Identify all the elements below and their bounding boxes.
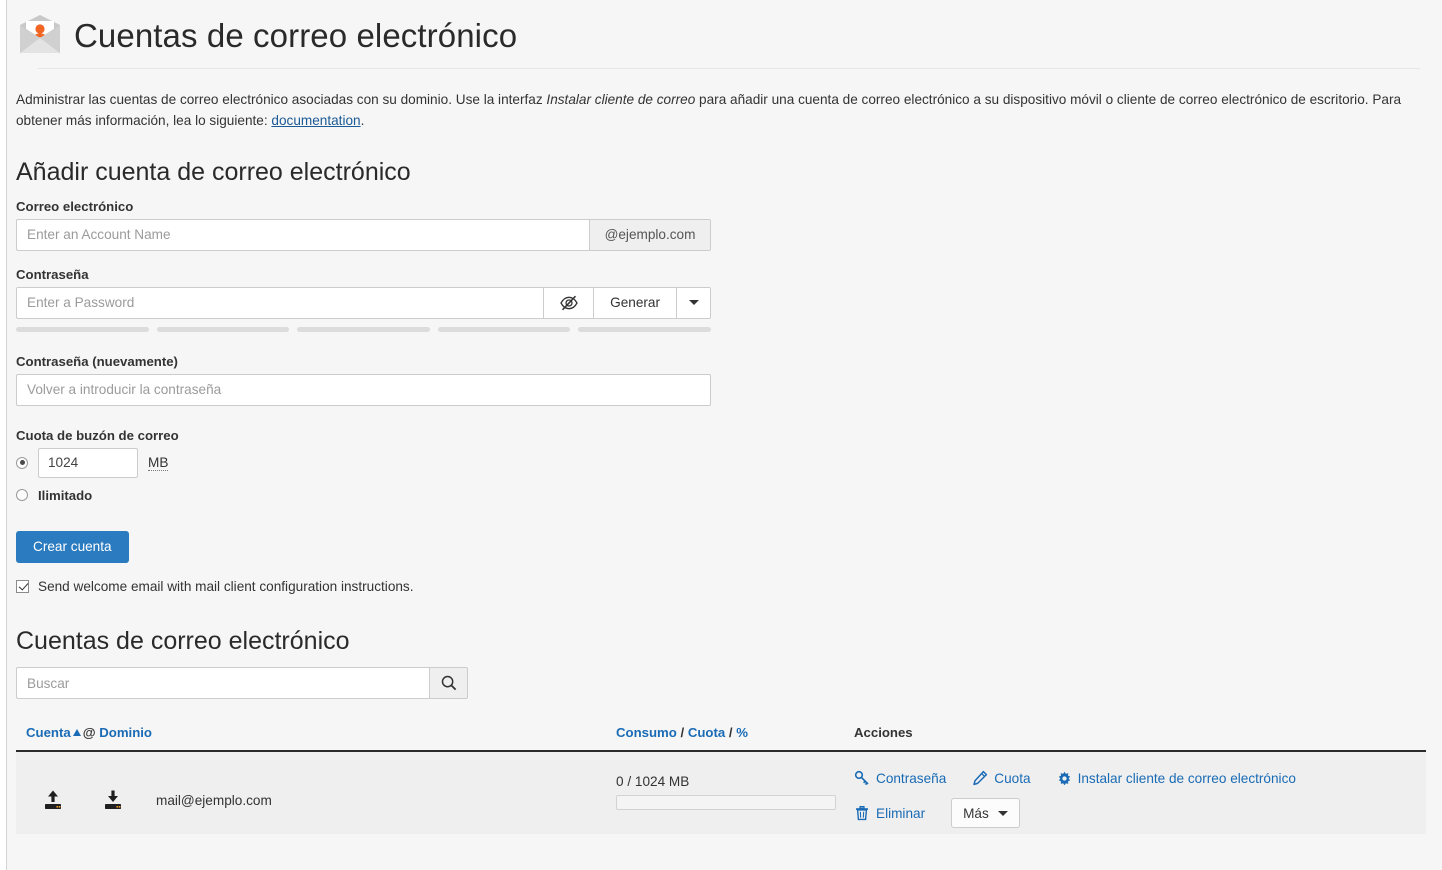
quota-unit-label: MB (148, 454, 169, 471)
column-header-account: Cuenta @ Dominio (16, 725, 616, 740)
quota-label: Cuota de buzón de correo (16, 427, 179, 443)
strength-segment (578, 326, 711, 332)
gear-icon (1058, 771, 1070, 785)
download-icon[interactable] (102, 789, 124, 811)
trash-icon (856, 806, 868, 821)
password-label: Contraseña (16, 266, 89, 282)
action-delete[interactable]: Eliminar (854, 805, 925, 821)
documentation-link[interactable]: documentation (271, 113, 360, 128)
action-password[interactable]: Contraseña (854, 770, 946, 786)
generate-password-button[interactable]: Generar (594, 286, 677, 319)
usage-progress-bar (616, 795, 836, 810)
add-account-heading: Añadir cuenta de correo electrónico (16, 158, 411, 186)
welcome-email-label: Send welcome email with mail client conf… (38, 578, 414, 594)
search-group (16, 667, 468, 699)
sort-by-usage[interactable]: Consumo (616, 725, 677, 740)
search-icon (441, 675, 456, 691)
quota-unlimited-row: Ilimitado (16, 488, 1442, 503)
search-input[interactable] (16, 667, 430, 699)
cell-usage: 0 / 1024 MB (616, 766, 854, 834)
page-root: Cuentas de correo electrónico Administra… (0, 0, 1442, 870)
action-password-label: Contraseña (876, 770, 947, 786)
password-input-group: Generar (16, 286, 711, 319)
create-account-button[interactable]: Crear cuenta (16, 530, 129, 563)
more-actions-label: Más (963, 805, 989, 821)
quota-limited-radio[interactable] (16, 456, 28, 469)
search-button[interactable] (430, 667, 468, 699)
header-divider (38, 68, 1420, 69)
action-install-label: Instalar cliente de correo electrónico (1077, 770, 1296, 786)
description-text-1: Administrar las cuentas de correo electr… (16, 92, 547, 107)
password-strength-meter (16, 326, 711, 332)
page-title: Cuentas de correo electrónico (74, 16, 518, 54)
upload-icon[interactable] (42, 789, 64, 811)
more-actions-button[interactable]: Más (951, 798, 1020, 828)
quota-input[interactable] (38, 447, 138, 478)
email-label: Correo electrónico (16, 198, 134, 214)
sort-by-domain[interactable]: Dominio (99, 725, 152, 740)
password-input[interactable] (16, 286, 545, 319)
column-header-usage: Consumo / Cuota / % (616, 725, 854, 740)
column-at-symbol: @ (82, 725, 96, 740)
page-description: Administrar las cuentas de correo electr… (16, 89, 1406, 131)
strength-segment (156, 326, 290, 332)
account-email: mail@ejemplo.com (156, 792, 272, 808)
action-install-mail-client[interactable]: Instalar cliente de correo electrónico (1057, 771, 1296, 786)
usage-separator-1: / (680, 725, 685, 740)
actions-row-secondary: Eliminar Más (854, 798, 1426, 828)
eye-slash-icon[interactable] (544, 286, 595, 319)
table-header-row: Cuenta @ Dominio Consumo / Cuota / % Acci… (16, 725, 1426, 752)
quota-unlimited-label: Ilimitado (38, 487, 93, 503)
password-again-input[interactable] (16, 373, 711, 406)
welcome-email-row: Send welcome email with mail client conf… (16, 579, 1442, 594)
action-delete-label: Eliminar (876, 805, 926, 821)
usage-separator-2: / (728, 725, 733, 740)
pencil-icon (973, 770, 988, 786)
strength-segment (297, 326, 430, 332)
accounts-table: Cuenta @ Dominio Consumo / Cuota / % Acci… (16, 725, 1426, 834)
quota-value-row: MB (16, 447, 1442, 478)
strength-segment (16, 326, 149, 332)
strength-segment (437, 326, 571, 332)
description-text-3: . (360, 113, 365, 128)
welcome-email-checkbox[interactable] (16, 579, 29, 593)
cell-actions: Contraseña Cuota Instalar cliente de cor… (854, 766, 1426, 834)
email-input[interactable] (16, 218, 590, 251)
sort-by-percent[interactable]: % (736, 725, 748, 740)
password-again-input-group (16, 373, 711, 406)
caret-down-icon (997, 810, 1008, 816)
accounts-list-heading: Cuentas de correo electrónico (16, 626, 350, 655)
sort-by-quota[interactable]: Cuota (688, 725, 725, 740)
key-icon (854, 770, 869, 786)
description-emphasis: Instalar cliente de correo (546, 92, 696, 107)
usage-text: 0 / 1024 MB (616, 774, 690, 789)
email-domain-addon: @ejemplo.com (590, 218, 711, 251)
actions-row-primary: Contraseña Cuota Instalar cliente de cor… (854, 770, 1426, 786)
app-header: Cuentas de correo electrónico (16, 0, 1442, 62)
quota-unlimited-radio[interactable] (16, 489, 28, 501)
action-quota[interactable]: Cuota (972, 770, 1031, 786)
password-again-label: Contraseña (nuevamente) (16, 353, 178, 369)
caret-down-icon (688, 300, 699, 305)
email-input-group: @ejemplo.com (16, 218, 711, 251)
sort-by-account[interactable]: Cuenta (26, 725, 71, 740)
cell-account: mail@ejemplo.com (16, 766, 616, 834)
action-quota-label: Cuota (994, 770, 1031, 786)
generate-options-button[interactable] (677, 286, 711, 319)
envelope-user-icon (20, 15, 60, 53)
column-header-actions: Acciones (854, 725, 913, 740)
table-row: mail@ejemplo.com 0 / 1024 MB Contraseña … (16, 752, 1426, 834)
sort-ascending-icon (72, 729, 81, 736)
